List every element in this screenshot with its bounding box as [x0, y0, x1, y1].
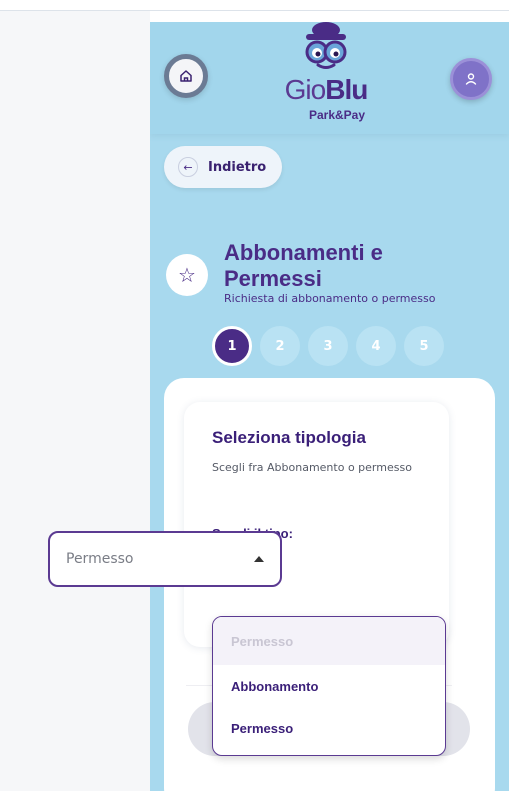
- mascot-logo: [305, 22, 347, 69]
- dropdown-option-permesso[interactable]: Permesso: [213, 707, 445, 749]
- page-title: Abbonamenti e Permessi: [224, 240, 484, 292]
- logo-gio: Gio: [284, 74, 327, 105]
- step-4[interactable]: 4: [356, 326, 396, 366]
- user-profile-button[interactable]: [450, 58, 492, 100]
- home-icon: [180, 70, 192, 82]
- logo-subtitle: Park&Pay: [308, 108, 366, 122]
- home-button[interactable]: [164, 54, 208, 98]
- user-icon: [465, 73, 477, 85]
- card-title: Seleziona tipologia: [212, 428, 366, 447]
- star-icon: ☆: [166, 254, 208, 296]
- card-description: Scegli fra Abbonamento o permesso: [212, 461, 412, 474]
- left-blank-pane: [0, 11, 150, 791]
- page-title-line2: Permessi: [224, 266, 322, 291]
- logo-blu: Blu: [325, 74, 368, 105]
- type-select-value: Permesso: [66, 551, 134, 567]
- step-2[interactable]: 2: [260, 326, 300, 366]
- step-indicator: 1 2 3 4 5: [212, 326, 444, 366]
- step-3[interactable]: 3: [308, 326, 348, 366]
- back-button[interactable]: ← Indietro: [164, 146, 282, 188]
- type-dropdown-menu: Permesso Abbonamento Permesso: [212, 616, 446, 756]
- arrow-left-icon: ←: [178, 157, 198, 177]
- step-5[interactable]: 5: [404, 326, 444, 366]
- dropdown-option-placeholder: Permesso: [213, 617, 445, 665]
- page-subtitle: Richiesta di abbonamento o permesso: [224, 292, 436, 305]
- page-title-line1: Abbonamenti e: [224, 240, 383, 265]
- step-1[interactable]: 1: [212, 326, 252, 366]
- type-select[interactable]: Permesso: [48, 531, 282, 587]
- dropdown-option-abbonamento[interactable]: Abbonamento: [213, 665, 445, 707]
- caret-up-icon: [254, 556, 264, 562]
- logo-wordmark: GioBlu: [266, 74, 386, 106]
- type-selection-card: Seleziona tipologia Scegli fra Abbonamen…: [184, 402, 449, 647]
- back-button-label: Indietro: [208, 159, 267, 175]
- gioblu-logo: GioBlu Park&Pay: [266, 22, 386, 132]
- app-header: GioBlu Park&Pay: [150, 22, 509, 134]
